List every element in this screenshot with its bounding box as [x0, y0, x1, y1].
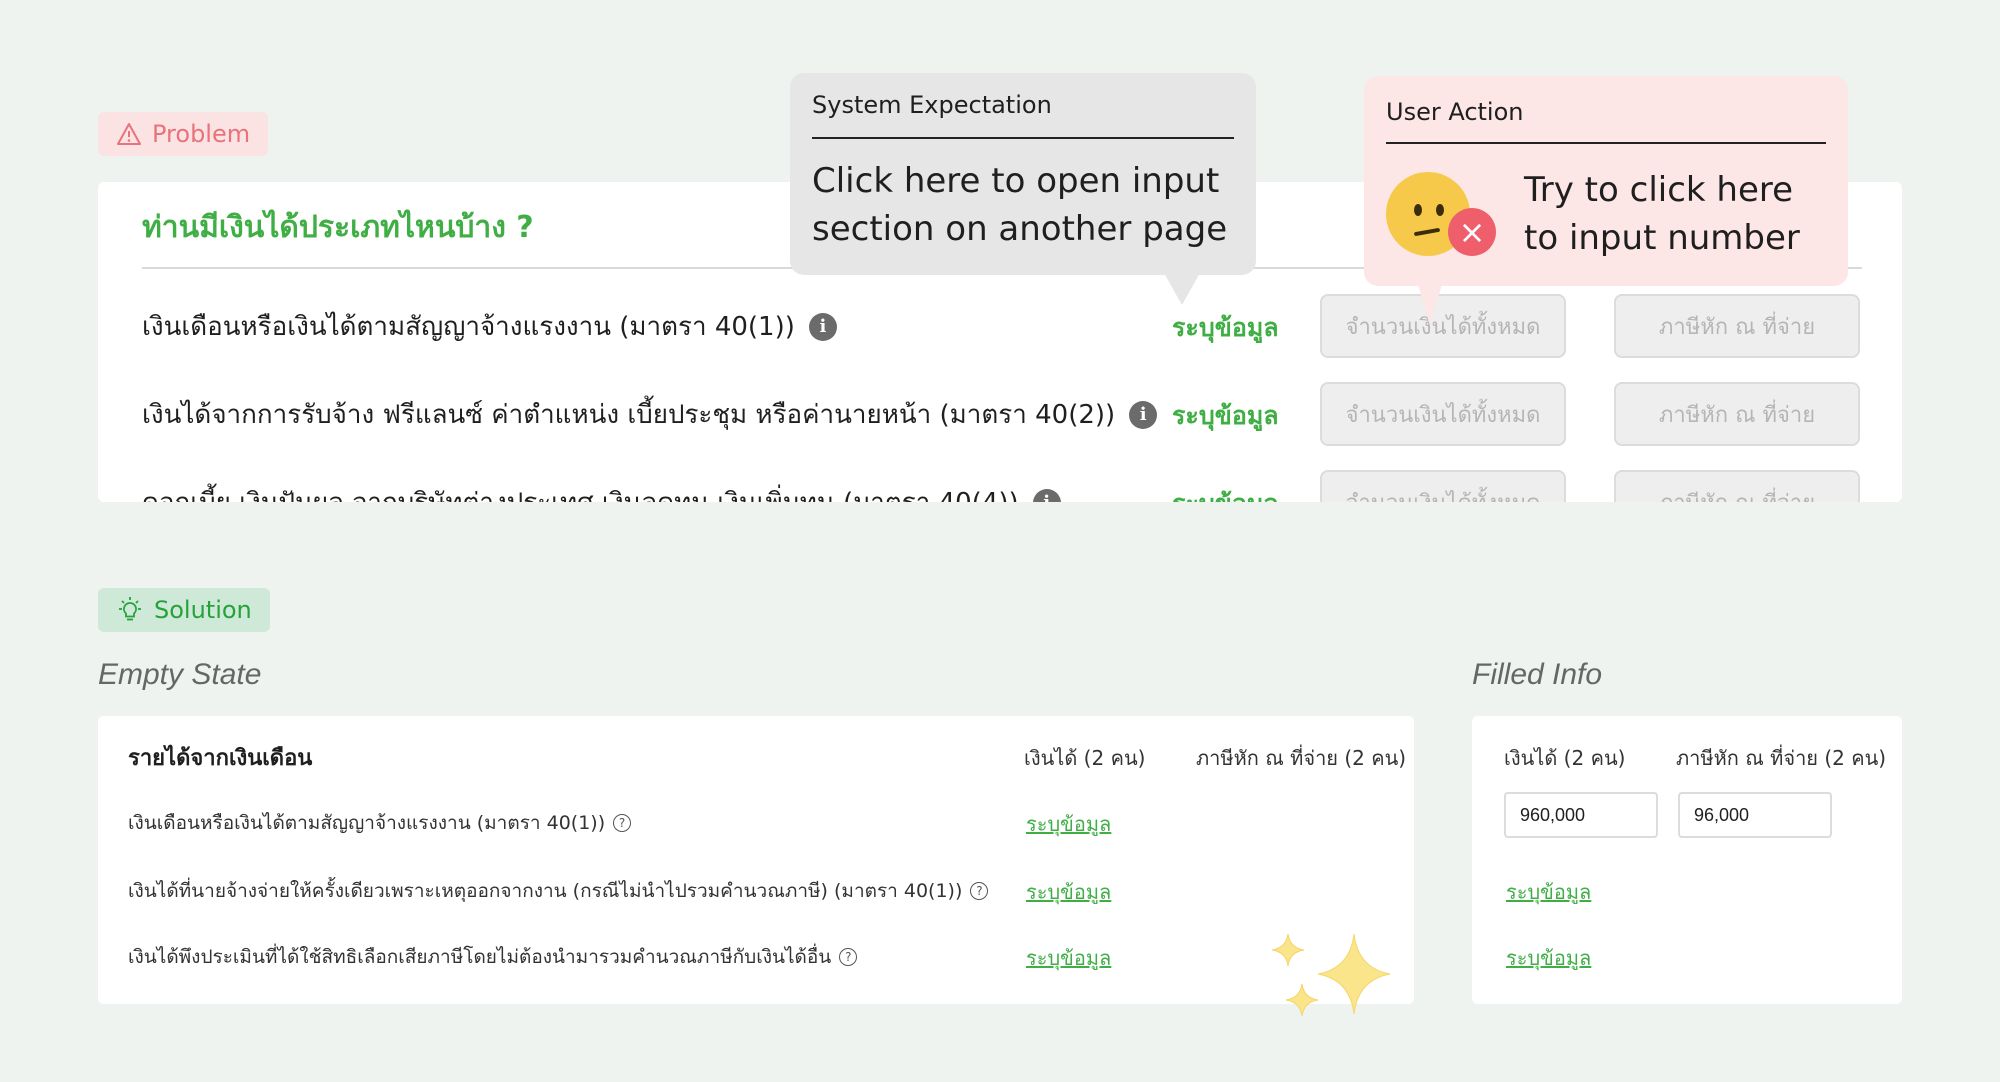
specify-info-link[interactable]: ระบุข้อมูล: [1172, 396, 1279, 436]
user-action-tooltip: User Action × Try to click here to input…: [1364, 76, 1848, 326]
specify-info-link[interactable]: ระบุข้อมูล: [1026, 808, 1111, 840]
warning-icon: [117, 123, 141, 145]
help-icon[interactable]: ?: [839, 948, 858, 966]
tax-column-header: ภาษีหัก ณ ที่จ่าย (2 คน): [1196, 746, 1407, 770]
empty-state-card: รายได้จากเงินเดือน เงินได้ (2 คน) ภาษีหั…: [98, 716, 1414, 1004]
tax-value-input[interactable]: 96,000: [1678, 792, 1832, 838]
total-income-input[interactable]: จำนวนเงินได้ทั้งหมด: [1320, 470, 1566, 502]
tooltip-heading: System Expectation: [812, 91, 1052, 119]
specify-info-link[interactable]: ระบุข้อมูล: [1506, 876, 1591, 908]
total-income-input[interactable]: จำนวนเงินได้ทั้งหมด: [1320, 294, 1566, 358]
divider: [812, 137, 1234, 139]
income-row-label: เงินได้จากการรับจ้าง ฟรีแลนซ์ ค่าตำแหน่ง…: [142, 400, 1116, 430]
specify-info-link[interactable]: ระบุข้อมูล: [1506, 942, 1591, 974]
system-expectation-tooltip: System Expectation Click here to open in…: [790, 73, 1256, 305]
list-item: เงินได้ที่นายจ้างจ่ายให้ครั้งเดียวเพราะเ…: [128, 876, 989, 906]
specify-info-link[interactable]: ระบุข้อมูล: [1026, 942, 1111, 974]
tooltip-body: Try to click here to input number: [1524, 170, 1800, 258]
divider: [1386, 142, 1826, 144]
tooltip-body: Click here to open input section on anot…: [812, 161, 1228, 249]
list-item-label: เงินได้ที่นายจ้างจ่ายให้ครั้งเดียวเพราะเ…: [128, 880, 963, 902]
list-item: เงินเดือนหรือเงินได้ตามสัญญาจ้างแรงงาน (…: [128, 808, 632, 838]
list-item-label: เงินได้พึงประเมินที่ได้ใช้สิทธิเลือกเสีย…: [128, 946, 832, 968]
tooltip-heading: User Action: [1386, 98, 1524, 126]
solution-badge: Solution: [98, 588, 270, 632]
help-icon[interactable]: ?: [613, 814, 632, 832]
income-row: ดอกเบี้ย เงินปันผล จากบริษัทต่างประเทศ เ…: [98, 470, 1902, 502]
withholding-tax-input[interactable]: ภาษีหัก ณ ที่จ่าย: [1614, 382, 1860, 446]
income-row-label: ดอกเบี้ย เงินปันผล จากบริษัทต่างประเทศ เ…: [142, 482, 1019, 502]
specify-info-link[interactable]: ระบุข้อมูล: [1172, 484, 1279, 502]
filled-info-card: เงินได้ (2 คน) ภาษีหัก ณ ที่จ่าย (2 คน) …: [1472, 716, 1902, 1004]
specify-info-link[interactable]: ระบุข้อมูล: [1172, 308, 1279, 348]
problem-badge-label: Problem: [152, 120, 251, 148]
info-icon[interactable]: i: [1032, 488, 1061, 502]
income-row: เงินได้จากการรับจ้าง ฟรีแลนซ์ ค่าตำแหน่ง…: [98, 382, 1902, 446]
withholding-tax-input[interactable]: ภาษีหัก ณ ที่จ่าย: [1614, 470, 1860, 502]
info-icon[interactable]: i: [1129, 400, 1158, 429]
solution-badge-label: Solution: [154, 596, 252, 624]
withholding-tax-input[interactable]: ภาษีหัก ณ ที่จ่าย: [1614, 294, 1860, 358]
income-column-header: เงินได้ (2 คน): [1504, 746, 1626, 770]
specify-info-link[interactable]: ระบุข้อมูล: [1026, 876, 1111, 908]
help-icon[interactable]: ?: [970, 882, 989, 900]
sparkle-icon: [1271, 933, 1391, 1017]
close-icon: ×: [1448, 208, 1496, 256]
problem-card-title: ท่านมีเงินได้ประเภทไหนบ้าง ?: [142, 210, 534, 245]
list-item-label: เงินเดือนหรือเงินได้ตามสัญญาจ้างแรงงาน (…: [128, 812, 606, 834]
total-income-input[interactable]: จำนวนเงินได้ทั้งหมด: [1320, 382, 1566, 446]
income-column-header: เงินได้ (2 คน): [1024, 746, 1146, 770]
lightbulb-icon: [119, 597, 141, 621]
info-icon[interactable]: i: [808, 312, 837, 341]
filled-info-label: Filled Info: [1472, 658, 1603, 691]
income-row-label: เงินเดือนหรือเงินได้ตามสัญญาจ้างแรงงาน (…: [142, 312, 795, 342]
problem-badge: Problem: [98, 112, 269, 156]
empty-state-label: Empty State: [98, 658, 262, 691]
tax-column-header: ภาษีหัก ณ ที่จ่าย (2 คน): [1676, 746, 1887, 770]
income-row: เงินเดือนหรือเงินได้ตามสัญญาจ้างแรงงาน (…: [98, 294, 1902, 358]
income-value-input[interactable]: 960,000: [1504, 792, 1658, 838]
card-title: รายได้จากเงินเดือน: [128, 746, 313, 771]
list-item: เงินได้พึงประเมินที่ได้ใช้สิทธิเลือกเสีย…: [128, 942, 858, 972]
